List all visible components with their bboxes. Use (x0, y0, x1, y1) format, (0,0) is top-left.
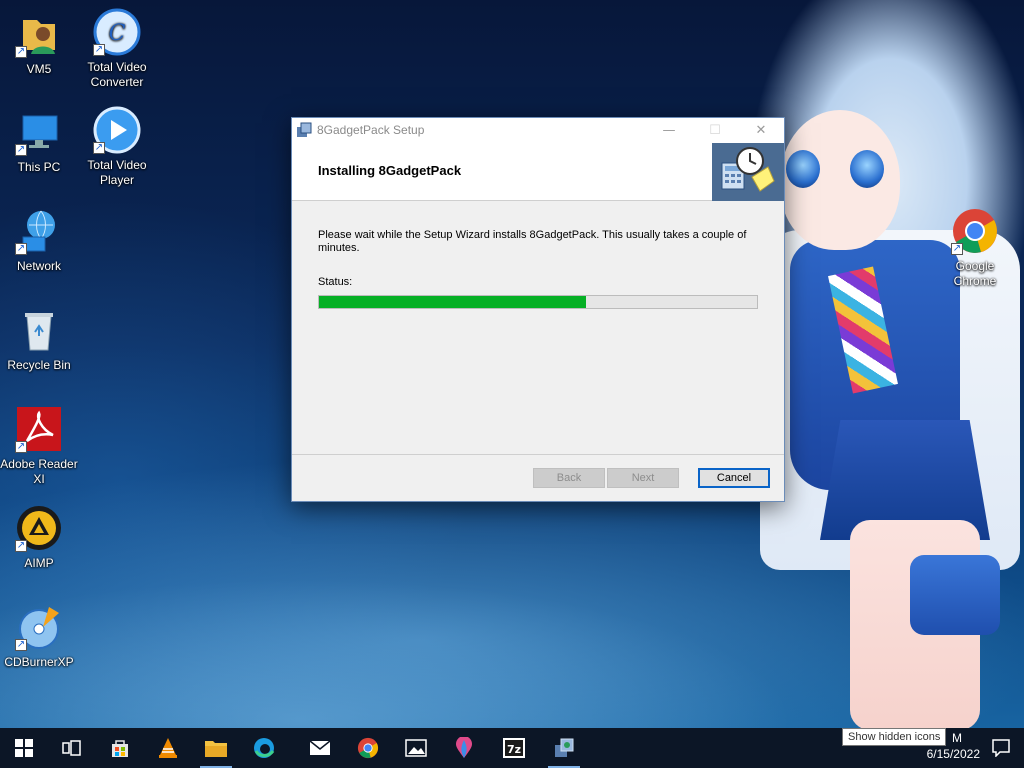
footer-divider (292, 454, 784, 455)
folder-user-icon: ↗ (15, 10, 63, 58)
desktop-icon-adobe-reader[interactable]: ↗ Adobe Reader XI (0, 405, 78, 487)
video-converter-icon: C ↗ (93, 8, 141, 56)
wallpaper-eye (850, 150, 884, 188)
svg-text:7z: 7z (507, 743, 521, 756)
network-icon: ↗ (15, 207, 63, 255)
desktop-icon-label: VM5 (26, 62, 52, 76)
cd-burner-icon: ↗ (15, 603, 63, 651)
maximize-button: ☐ (709, 122, 721, 138)
setup-heading: Installing 8GadgetPack (318, 163, 462, 178)
desktop-icon-label: CDBurnerXP (4, 655, 74, 669)
photos-icon[interactable] (392, 728, 440, 768)
cancel-button[interactable]: Cancel (698, 468, 770, 488)
window-title: 8GadgetPack Setup (317, 123, 425, 137)
chrome-icon[interactable] (344, 728, 392, 768)
desktop-icon-label: Adobe Reader XI (0, 457, 78, 486)
desktop-icon-label: Total Video Player (87, 158, 147, 187)
task-view-icon[interactable] (48, 728, 96, 768)
edge-icon[interactable] (240, 728, 288, 768)
desktop-icon-label: AIMP (24, 556, 54, 570)
desktop-icon-label: Total Video Converter (87, 60, 147, 89)
maps-icon[interactable] (440, 728, 488, 768)
setup-header: Installing 8GadgetPack (292, 142, 784, 201)
desktop-icon-label: Network (16, 259, 61, 273)
desktop-icon-vm5[interactable]: ↗ VM5 (0, 10, 78, 77)
next-button: Next (607, 468, 679, 488)
desktop-icon-network[interactable]: ↗ Network (0, 207, 78, 274)
desktop-icon-aimp[interactable]: ↗ AIMP (0, 504, 78, 571)
desktop-icon-label: This PC (17, 160, 61, 174)
gadget-banner-icon (712, 143, 784, 201)
aimp-icon: ↗ (15, 504, 63, 552)
install-progress-bar (318, 295, 758, 309)
minimize-button[interactable]: — (646, 118, 692, 142)
desktop-icon-cdburnerxp[interactable]: ↗ CDBurnerXP (0, 603, 78, 670)
start-icon[interactable] (0, 728, 48, 768)
mail-icon[interactable] (296, 728, 344, 768)
video-player-icon: ↗ (93, 106, 141, 154)
clock-time[interactable]: M (952, 731, 962, 745)
vlc-icon[interactable] (144, 728, 192, 768)
setup-icon[interactable] (540, 728, 588, 768)
desktop-icon-total-video-converter[interactable]: C ↗ Total Video Converter (78, 8, 156, 90)
recycle-bin-icon (15, 306, 63, 354)
chrome-icon: ↗ (951, 207, 999, 255)
desktop-icon-label: Recycle Bin (7, 358, 71, 372)
setup-app-icon (296, 122, 312, 138)
install-description: Please wait while the Setup Wizard insta… (318, 229, 747, 254)
svg-text:C: C (109, 21, 126, 46)
wallpaper-eye (786, 150, 820, 188)
7zip-icon[interactable]: 7z (490, 728, 538, 768)
file-explorer-icon[interactable] (192, 728, 240, 768)
show-hidden-icons-tooltip: Show hidden icons (842, 728, 947, 746)
desktop-icon-recycle-bin[interactable]: Recycle Bin (0, 306, 78, 373)
close-button[interactable]: ✕ (738, 118, 784, 142)
status-label: Status: (318, 276, 353, 288)
desktop-icon-google-chrome[interactable]: ↗ Google Chrome (936, 207, 1014, 289)
adobe-reader-icon: ↗ (15, 405, 63, 453)
desktop-icon-this-pc[interactable]: ↗ This PC (0, 108, 78, 175)
notification-icon[interactable] (978, 728, 1024, 768)
desktop-icon-label: Google Chrome (953, 259, 997, 288)
wallpaper-armband (910, 555, 1000, 635)
store-icon[interactable] (96, 728, 144, 768)
desktop-icon-total-video-player[interactable]: ↗ Total Video Player (78, 106, 156, 188)
back-button: Back (533, 468, 605, 488)
setup-content: Please wait while the Setup Wizard insta… (292, 202, 784, 452)
computer-icon: ↗ (15, 108, 63, 156)
clock-date[interactable]: 6/15/2022 (927, 747, 980, 761)
progress-fill (319, 296, 587, 308)
setup-window: 8GadgetPack Setup — ☐ ✕ Installing 8Gadg… (291, 117, 785, 502)
title-bar[interactable]: 8GadgetPack Setup — ☐ ✕ (292, 118, 784, 142)
